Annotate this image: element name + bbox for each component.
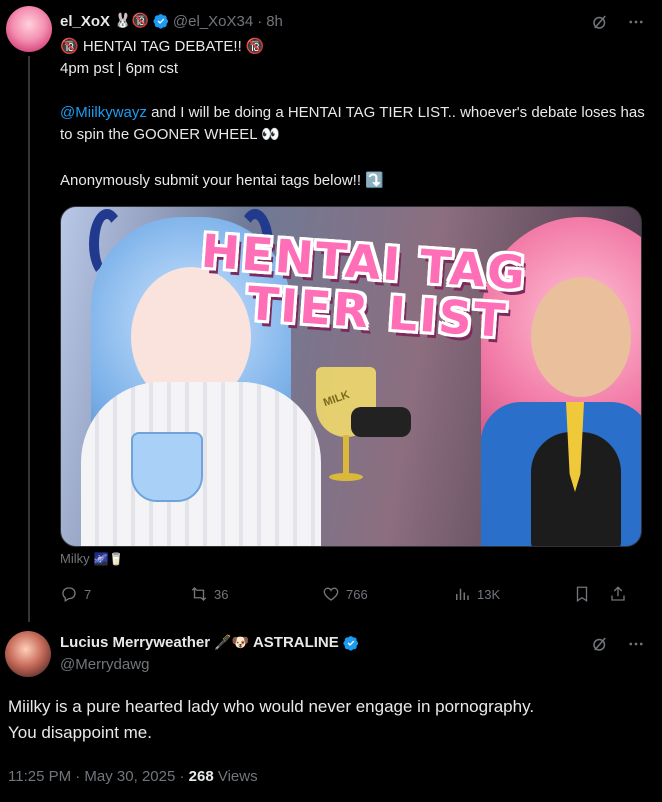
author-avatar[interactable] bbox=[6, 6, 52, 52]
like-button[interactable]: 766 bbox=[322, 585, 453, 603]
grok-icon[interactable] bbox=[590, 634, 610, 654]
mug-illustration bbox=[131, 432, 203, 502]
repost-count: 36 bbox=[214, 586, 229, 602]
tweet-line-time: 4pm pst | 6pm cst bbox=[60, 60, 179, 77]
separator-dot: · bbox=[257, 12, 263, 30]
tweet-actions: 7 36 766 13K bbox=[60, 584, 642, 604]
more-options-icon[interactable] bbox=[626, 634, 646, 654]
name-emojis: 🐰🔞 bbox=[114, 13, 149, 29]
reply-views-label: Views bbox=[213, 768, 258, 785]
reply-text-line2: You disappoint me. bbox=[8, 723, 152, 742]
reply-author-affiliation[interactable]: ASTRALINE bbox=[253, 634, 339, 651]
tweet-line-title: 🔞 HENTAI TAG DEBATE!! 🔞 bbox=[60, 38, 265, 55]
reply-author-handle[interactable]: @Merrydawg bbox=[60, 656, 149, 673]
verified-badge-icon bbox=[343, 635, 358, 651]
mention-link[interactable]: @Miilkywayz bbox=[60, 104, 147, 121]
like-count: 766 bbox=[346, 586, 368, 602]
glass-base bbox=[329, 473, 363, 481]
share-button[interactable] bbox=[609, 585, 627, 603]
reply-view-count[interactable]: 268 bbox=[189, 768, 214, 785]
tweet-line-cta: Anonymously submit your hentai tags belo… bbox=[60, 172, 384, 189]
verified-badge-icon bbox=[153, 14, 168, 29]
author-name[interactable]: el_XoX bbox=[60, 13, 110, 30]
bookmark-button[interactable] bbox=[573, 585, 609, 603]
tweet-header-actions bbox=[590, 12, 646, 32]
reply-text: Miilky is a pure hearted lady who would … bbox=[8, 694, 648, 746]
gloved-hand bbox=[351, 407, 411, 437]
tweet-body: @Miilkywayz and I will be doing a HENTAI… bbox=[60, 102, 650, 146]
tweet-header: el_XoX 🐰🔞 @el_XoX34 · 8h bbox=[60, 10, 283, 32]
heart-icon bbox=[323, 587, 339, 601]
bookmark-icon bbox=[576, 586, 588, 603]
reply-header-actions bbox=[590, 634, 646, 654]
right-character-face bbox=[531, 277, 631, 397]
caption-text[interactable]: Milky bbox=[60, 551, 90, 566]
reply-count: 7 bbox=[84, 586, 92, 602]
more-options-icon[interactable] bbox=[626, 12, 646, 32]
repost-button[interactable]: 36 bbox=[190, 585, 322, 603]
tweet-time[interactable]: 8h bbox=[266, 13, 283, 30]
views-button[interactable]: 13K bbox=[453, 585, 573, 603]
reply-icon bbox=[62, 587, 76, 602]
reply-metadata: 11:25 PM · May 30, 2025 · 268 Views bbox=[8, 768, 258, 785]
caption-emojis: 🌌🥛 bbox=[93, 551, 124, 566]
reply-name-emojis: 🖋️🐶 bbox=[214, 634, 249, 651]
tweet-media-image[interactable]: MILK HENTAI TAG TIER LIST bbox=[60, 206, 642, 547]
reply-button[interactable]: 7 bbox=[60, 585, 190, 603]
author-handle[interactable]: @el_XoX34 bbox=[173, 13, 253, 30]
reply-timestamp[interactable]: 11:25 PM · May 30, 2025 · bbox=[8, 768, 189, 785]
tweet-body-text: and I will be doing a HENTAI TAG TIER LI… bbox=[60, 104, 645, 143]
view-count: 13K bbox=[477, 586, 501, 602]
reply-author-avatar[interactable] bbox=[5, 631, 51, 677]
views-icon bbox=[456, 588, 469, 600]
share-icon bbox=[611, 586, 625, 601]
glass-stem bbox=[343, 435, 349, 475]
grok-icon[interactable] bbox=[590, 12, 610, 32]
reply-author-header: Lucius Merryweather 🖋️🐶 ASTRALINE bbox=[60, 634, 359, 651]
thread-line bbox=[28, 56, 30, 622]
reply-text-line1: Miilky is a pure hearted lady who would … bbox=[8, 697, 535, 716]
media-caption: Milky 🌌🥛 bbox=[60, 551, 124, 566]
repost-icon bbox=[191, 587, 207, 601]
reply-author-name[interactable]: Lucius Merryweather bbox=[60, 634, 210, 651]
